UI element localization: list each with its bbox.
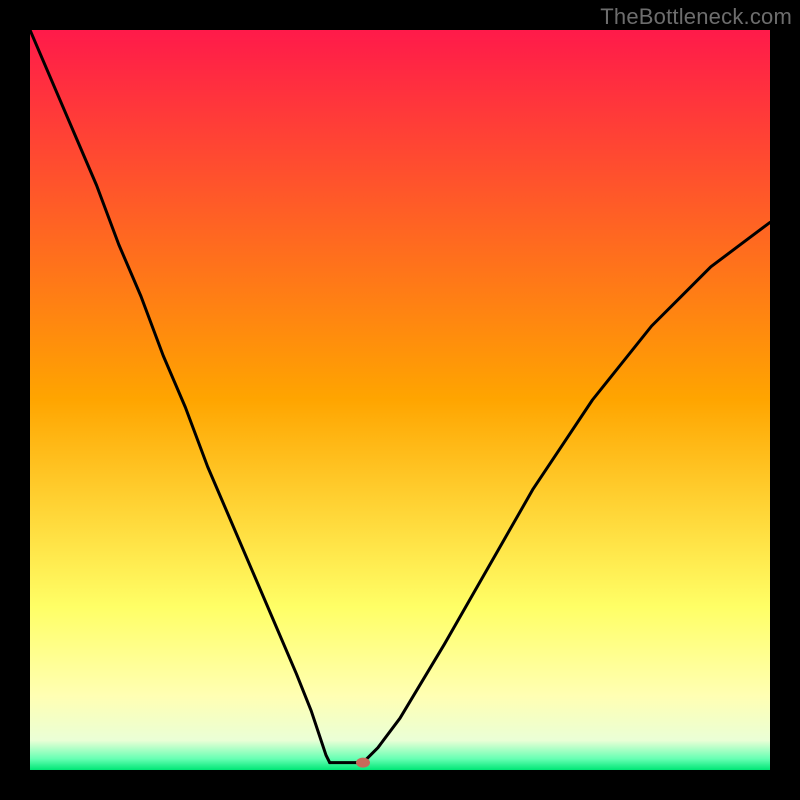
gradient-background: [30, 30, 770, 770]
watermark-text: TheBottleneck.com: [600, 4, 792, 30]
plot-area: [30, 30, 770, 770]
chart-svg: [30, 30, 770, 770]
marker-group: [356, 758, 370, 768]
outer-frame: TheBottleneck.com: [0, 0, 800, 800]
bottleneck-marker: [356, 758, 370, 768]
